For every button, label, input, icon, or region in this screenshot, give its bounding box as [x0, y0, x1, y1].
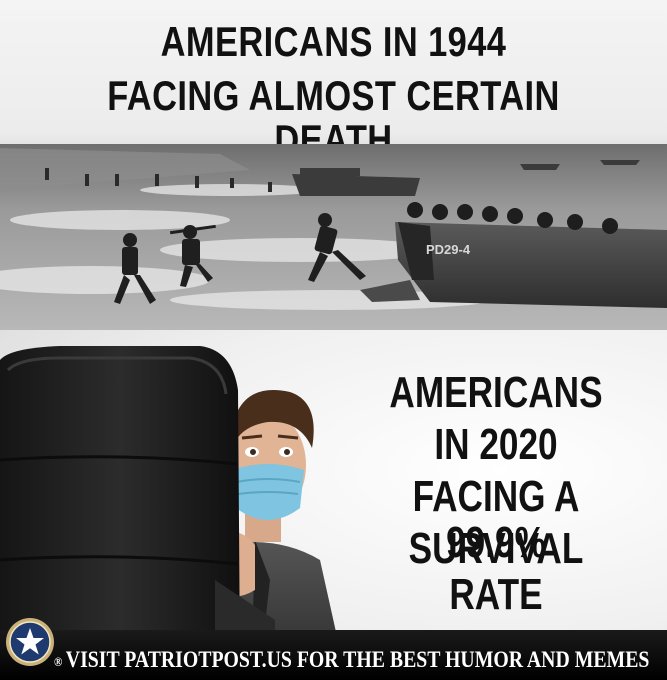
- footer-message: VISIT PATRIOTPOST.US FOR THE BEST HUMOR …: [65, 647, 650, 672]
- chair-back: [0, 346, 275, 660]
- patriot-post-logo-icon: [6, 618, 54, 666]
- bottom-headline-line-1: AMERICANS: [389, 368, 603, 417]
- registered-mark: ®: [54, 653, 63, 669]
- beach-landing-photo: PD29-4: [0, 144, 667, 330]
- bottom-headline-line-2: IN 2020: [434, 420, 558, 469]
- bottom-headline-line-4: SURVIVAL RATE: [408, 524, 584, 619]
- boat-marking: PD29-4: [426, 242, 471, 257]
- top-headline-line-1: AMERICANS IN 1944: [160, 18, 507, 65]
- top-panel: AMERICANS IN 1944 FACING ALMOST CERTAIN …: [0, 0, 667, 330]
- footer-banner: ® VISIT PATRIOTPOST.US FOR THE BEST HUMOR…: [0, 618, 667, 680]
- footer-link-text[interactable]: ® VISIT PATRIOTPOST.US FOR THE BEST HUMOR…: [54, 647, 649, 675]
- bottom-panel: AMERICANS IN 2020 FACING A 99.9% SURVIVA…: [0, 330, 667, 680]
